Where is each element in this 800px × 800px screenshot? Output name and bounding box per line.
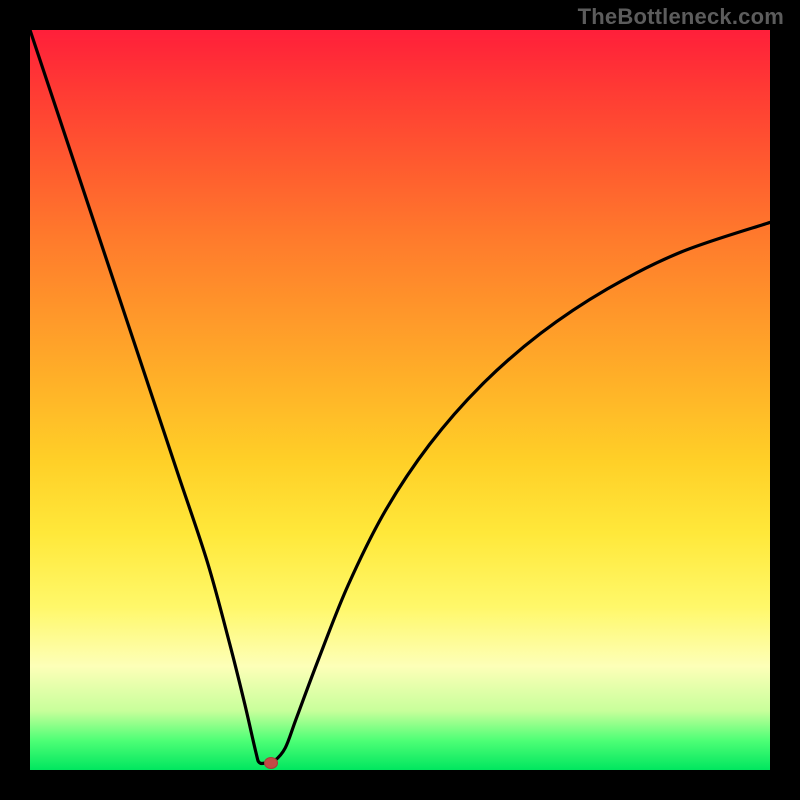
plot-area <box>30 30 770 770</box>
watermark-text: TheBottleneck.com <box>578 4 784 30</box>
chart-frame: TheBottleneck.com <box>0 0 800 800</box>
bottleneck-curve <box>30 30 770 770</box>
optimal-point-marker <box>264 757 278 769</box>
